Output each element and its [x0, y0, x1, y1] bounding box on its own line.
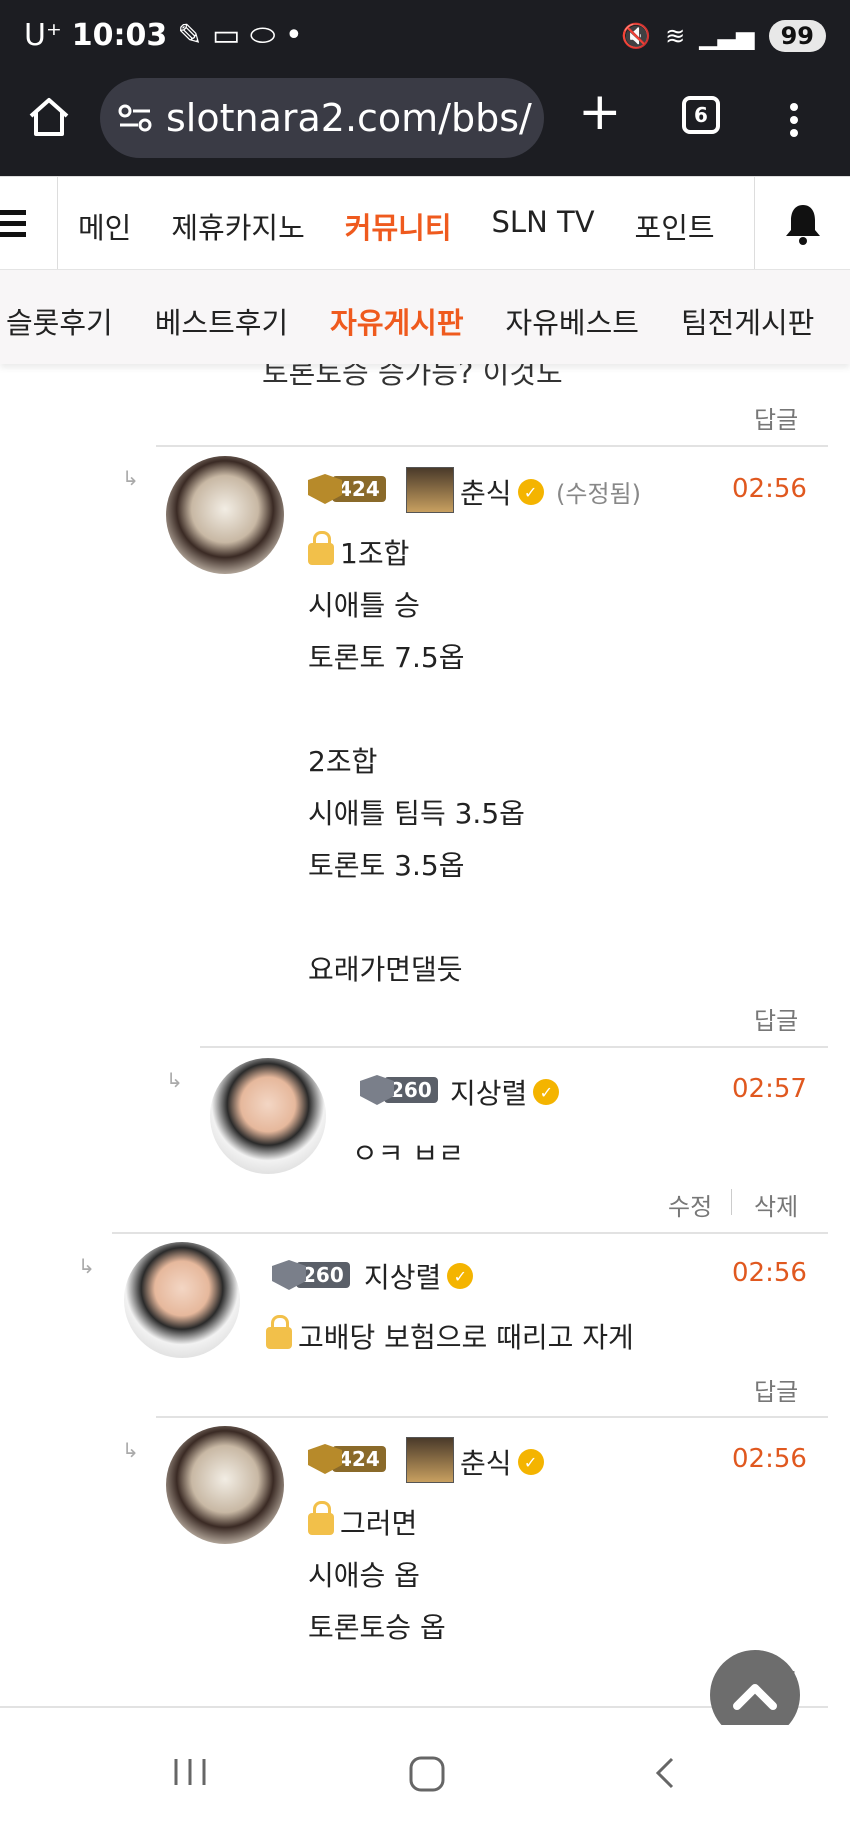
- comment-time: 02:56: [732, 1444, 807, 1474]
- signal-icon: ▁▃▅: [699, 22, 755, 50]
- reply-arrow-icon: ↳: [166, 1068, 183, 1092]
- verified-icon: ✓: [533, 1079, 560, 1105]
- username[interactable]: 지상렬 ✓: [364, 1256, 474, 1296]
- back-icon[interactable]: [650, 1755, 680, 1791]
- url-text: slotnara2.com/bbs/: [166, 96, 532, 140]
- username[interactable]: 춘식 ✓: [460, 1442, 544, 1482]
- reply-button[interactable]: 답글: [754, 1001, 798, 1036]
- status-bar: U⁺ 10:03 ✎ ▭ ⬭ • 🔇 ≋ ▁▃▅ 99: [0, 0, 850, 76]
- divider: [156, 1416, 828, 1418]
- reply-button[interactable]: 답글: [754, 1372, 798, 1407]
- avatar[interactable]: [166, 456, 284, 574]
- rank-emblem-icon: [406, 467, 454, 513]
- reply-arrow-icon: ↳: [122, 466, 139, 490]
- lock-icon: [266, 1315, 292, 1349]
- subnav-item-team-board[interactable]: 팀전게시판: [681, 300, 814, 342]
- nav-item-point[interactable]: 포인트: [635, 205, 715, 247]
- level-badge: 260: [272, 1258, 350, 1292]
- comment-time: 02:57: [732, 1074, 807, 1104]
- hamburger-menu-icon[interactable]: [0, 210, 26, 243]
- nav-item-main[interactable]: 메인: [78, 205, 131, 247]
- home-icon[interactable]: [26, 94, 72, 140]
- notification-icons: ✎ ▭ ⬭ •: [177, 18, 303, 53]
- divider: [156, 445, 828, 447]
- main-nav: 메인 제휴카지노 커뮤니티 SLN TV 포인트: [0, 176, 850, 270]
- more-menu-icon[interactable]: [790, 98, 798, 142]
- level-badge: 424: [308, 1442, 386, 1476]
- divider: [200, 1046, 828, 1048]
- nav-item-community[interactable]: 커뮤니티: [345, 205, 452, 247]
- level-badge: 424: [308, 472, 386, 506]
- site-settings-icon[interactable]: [118, 103, 152, 133]
- lock-icon: [308, 1501, 334, 1535]
- comment-body: 고배당 보험으로 때리고 자게: [266, 1312, 634, 1364]
- nav-item-sln-tv[interactable]: SLN TV: [492, 205, 595, 247]
- new-tab-button[interactable]: +: [578, 82, 622, 142]
- reply-arrow-icon: ↳: [122, 1438, 139, 1462]
- avatar[interactable]: [124, 1242, 240, 1358]
- clock: 10:03: [71, 18, 168, 53]
- avatar[interactable]: [210, 1058, 326, 1174]
- subnav-item-slot-review[interactable]: 슬롯후기: [6, 300, 113, 342]
- avatar[interactable]: [166, 1426, 284, 1544]
- comment-body: 1조합 시애틀 승 토론토 7.5옵 2조합 시애틀 팀득 3.5옵 토론토 3…: [308, 531, 525, 986]
- subnav-item-best-review[interactable]: 베스트후기: [155, 300, 288, 342]
- nav-item-partner-casino[interactable]: 제휴카지노: [171, 205, 304, 247]
- username[interactable]: 춘식 ✓: [460, 472, 544, 512]
- username[interactable]: 지상렬 ✓: [450, 1072, 560, 1112]
- comment-time: 02:56: [732, 1258, 807, 1288]
- comment-body: 그러면 시애승 옵 토론토승 옵: [308, 1501, 446, 1644]
- bell-icon: [785, 205, 820, 245]
- verified-icon: ✓: [517, 1449, 544, 1475]
- verified-icon: ✓: [447, 1263, 474, 1289]
- subnav-item-free-board[interactable]: 자유게시판: [330, 300, 463, 342]
- comment-body: ㅇㅋ ㅂㄹ: [352, 1137, 464, 1170]
- edit-button[interactable]: 수정: [668, 1187, 712, 1222]
- wifi-icon: ≋: [665, 22, 686, 50]
- reply-button[interactable]: 답글: [754, 400, 798, 435]
- level-badge: 260: [360, 1073, 438, 1107]
- address-bar[interactable]: slotnara2.com/bbs/: [100, 78, 544, 158]
- delete-button[interactable]: 삭제: [754, 1187, 798, 1222]
- tab-switcher-button[interactable]: 6: [682, 96, 720, 134]
- divider: [112, 1232, 828, 1234]
- edited-label: (수정됨): [556, 480, 641, 508]
- sub-nav: 슬롯후기 베스트후기 자유게시판 자유베스트 팀전게시판: [0, 270, 850, 364]
- home-nav-icon[interactable]: [408, 1755, 446, 1793]
- system-nav-bar: [0, 1725, 850, 1823]
- separator: [731, 1189, 732, 1215]
- comment-time: 02:56: [732, 474, 807, 504]
- divider: [0, 1706, 828, 1708]
- rank-emblem-icon: [406, 1437, 454, 1483]
- carrier-label: U⁺: [24, 18, 62, 53]
- reply-arrow-icon: ↳: [78, 1254, 95, 1278]
- verified-icon: ✓: [517, 479, 544, 505]
- chevron-up-icon: [733, 1684, 777, 1710]
- mute-icon: 🔇: [621, 22, 652, 50]
- lock-icon: [308, 531, 334, 565]
- browser-toolbar: slotnara2.com/bbs/ + 6: [0, 76, 850, 176]
- recent-apps-icon[interactable]: [170, 1755, 210, 1789]
- battery-indicator: 99: [768, 20, 826, 52]
- subnav-item-free-best[interactable]: 자유베스트: [506, 300, 639, 342]
- notification-button[interactable]: [754, 177, 850, 269]
